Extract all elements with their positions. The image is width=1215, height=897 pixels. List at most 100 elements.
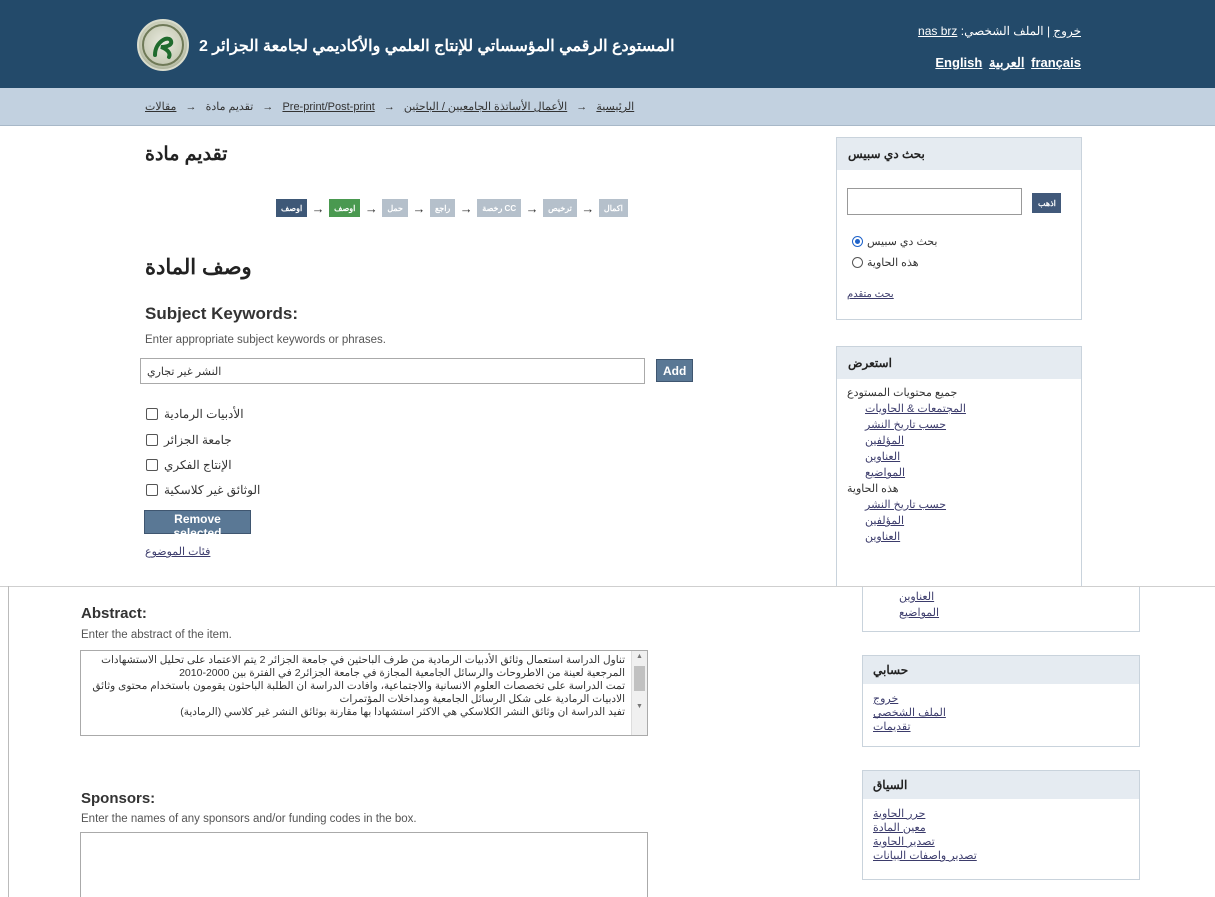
breadcrumb-arrow: → bbox=[185, 101, 197, 113]
browse-collection-heading: هذه الحاوية bbox=[847, 483, 899, 495]
browse-communities-link[interactable]: المجتمعات & الحاويات bbox=[865, 403, 966, 415]
abstract-line: تناول الدراسة استعمال وثائق الأدبيات الر… bbox=[101, 654, 625, 666]
breadcrumb-bar: الرئيسية → الأعمال الأساتذة الجامعيين / … bbox=[0, 88, 1215, 126]
advanced-search-link[interactable]: بحث متقدم bbox=[847, 289, 894, 300]
progress-step-review[interactable]: راجع bbox=[429, 199, 456, 217]
progress-step-cc-license[interactable]: رخصة CC bbox=[477, 199, 522, 217]
collection-titles-link[interactable]: العناوين bbox=[865, 531, 900, 543]
keyword-label: الوثائق غير كلاسكية bbox=[164, 483, 261, 497]
section-title: وصف المادة bbox=[145, 256, 252, 279]
abstract-line: المرجعية لعينة من الاطروحات والرسائل الج… bbox=[179, 667, 625, 679]
radio-icon[interactable] bbox=[852, 257, 863, 268]
scope-option-collection[interactable]: هذه الحاوية bbox=[852, 256, 919, 269]
search-go-button[interactable]: اذهب bbox=[1032, 193, 1061, 213]
account-profile-link[interactable]: الملف الشخصي bbox=[873, 707, 946, 719]
scrollbar-thumb[interactable] bbox=[634, 666, 645, 691]
breadcrumb-arrow: → bbox=[576, 101, 588, 113]
submission-progress: اوصف → اوصف → حمل → راجع → رخصة CC → ترخ… bbox=[276, 198, 628, 218]
remove-selected-button[interactable]: Remove selected bbox=[144, 510, 251, 540]
account-panel-title: حسابي bbox=[863, 656, 1139, 684]
keyword-item[interactable]: الوثائق غير كلاسكية bbox=[146, 483, 260, 497]
site-header: المستودع الرقمي المؤسساتي للإنتاج العلمي… bbox=[0, 0, 1215, 88]
profile-link[interactable]: nas brz bbox=[918, 24, 957, 38]
add-keyword-button[interactable]: Add bbox=[656, 359, 693, 382]
account-submissions-link[interactable]: تقديمات bbox=[873, 721, 911, 733]
context-panel-title: السياق bbox=[863, 771, 1139, 799]
keyword-checkbox[interactable] bbox=[146, 484, 158, 496]
lang-arabic-link[interactable]: العربية bbox=[989, 55, 1025, 70]
progress-arrow: → bbox=[311, 200, 325, 216]
subject-keyword-input[interactable] bbox=[140, 358, 645, 384]
progress-arrow: → bbox=[459, 200, 473, 216]
subject-keywords-hint: Enter appropriate subject keywords or ph… bbox=[145, 334, 386, 346]
breadcrumb-preprint[interactable]: Pre-print/Post-print bbox=[282, 101, 374, 113]
lang-french-link[interactable]: français bbox=[1031, 55, 1081, 70]
progress-step-describe-2[interactable]: اوصف bbox=[276, 199, 308, 217]
progress-arrow: → bbox=[412, 200, 426, 216]
export-metadata-link[interactable]: تصدير واصفات البيانات bbox=[873, 850, 977, 862]
item-mapper-link[interactable]: معين المادة bbox=[873, 822, 926, 834]
browse-titles-link[interactable]: العناوين bbox=[865, 451, 900, 463]
university-logo[interactable] bbox=[137, 19, 189, 71]
browse-all-heading: جميع محتويات المستودع bbox=[847, 387, 958, 399]
breadcrumb-arrow: → bbox=[262, 101, 274, 113]
breadcrumb-articles[interactable]: مقالات bbox=[145, 101, 176, 113]
keyword-label: الأدبيات الرمادية bbox=[164, 407, 244, 421]
search-panel: بحث دي سبيس اذهب بحث دي سبيس هذه الحاوية… bbox=[836, 137, 1082, 320]
progress-step-describe-1[interactable]: اوصف bbox=[329, 199, 361, 217]
scroll-up-icon[interactable]: ▲ bbox=[636, 653, 643, 660]
logout-link[interactable]: خروج bbox=[1053, 24, 1081, 38]
export-collection-link[interactable]: تصدير الحاوية bbox=[873, 836, 935, 848]
context-panel: السياق حرر الحاوية معين المادة تصدير الح… bbox=[862, 770, 1140, 880]
progress-step-upload[interactable]: حمل bbox=[382, 199, 408, 217]
abstract-scrollbar[interactable]: ▲ ▼ bbox=[631, 651, 647, 735]
breadcrumb-home[interactable]: الرئيسية bbox=[596, 101, 634, 113]
sponsors-label: Sponsors: bbox=[81, 790, 156, 807]
abstract-line: تفيد الدراسة ان وثائق النشر الكلاسكي هي … bbox=[180, 706, 625, 718]
subject-categories-link[interactable]: فئات الموضوع bbox=[145, 545, 210, 558]
progress-arrow: → bbox=[581, 200, 595, 216]
sponsors-textarea[interactable] bbox=[80, 832, 648, 897]
browse-panel-title: استعرض bbox=[837, 347, 1081, 379]
search-input[interactable] bbox=[847, 188, 1022, 215]
breadcrumb-professors[interactable]: الأعمال الأساتذة الجامعيين / الباحثين bbox=[404, 101, 567, 113]
collection-authors-link[interactable]: المؤلفين bbox=[865, 515, 904, 527]
abstract-textarea[interactable]: تناول الدراسة استعمال وثائق الأدبيات الر… bbox=[80, 650, 648, 736]
collection-date-link[interactable]: حسب تاريخ النشر bbox=[865, 499, 946, 511]
account-logout-link[interactable]: خروج bbox=[873, 693, 898, 705]
progress-arrow: → bbox=[364, 200, 378, 216]
keyword-item[interactable]: الإنتاج الفكري bbox=[146, 458, 232, 472]
browse-date-link[interactable]: حسب تاريخ النشر bbox=[865, 419, 946, 431]
browse-authors-link[interactable]: المؤلفين bbox=[865, 435, 904, 447]
separator: | bbox=[1046, 24, 1051, 38]
browse-subjects-link[interactable]: المواضيع bbox=[865, 467, 905, 479]
keyword-item[interactable]: جامعة الجزائر bbox=[146, 433, 232, 447]
progress-step-complete[interactable]: اكمال bbox=[598, 199, 628, 217]
search-panel-title: بحث دي سبيس bbox=[837, 138, 1081, 170]
collection-subjects-link[interactable]: المواضيع bbox=[899, 607, 939, 619]
abstract-line: تمت الدراسة على تخصصات العلوم الانسانية … bbox=[92, 680, 625, 692]
progress-step-license[interactable]: ترخيص bbox=[543, 199, 577, 217]
keyword-item[interactable]: الأدبيات الرمادية bbox=[146, 407, 244, 421]
page-title: تقديم مادة bbox=[145, 144, 228, 165]
progress-arrow: → bbox=[525, 200, 539, 216]
scope-option-all[interactable]: بحث دي سبيس bbox=[852, 235, 937, 248]
abstract-label: Abstract: bbox=[81, 605, 147, 622]
scope-option-label: بحث دي سبيس bbox=[867, 236, 938, 248]
edit-collection-link[interactable]: حرر الحاوية bbox=[873, 808, 925, 820]
site-title[interactable]: المستودع الرقمي المؤسساتي للإنتاج العلمي… bbox=[199, 36, 675, 56]
keyword-checkbox[interactable] bbox=[146, 408, 158, 420]
scope-option-label: هذه الحاوية bbox=[867, 257, 919, 269]
lang-english-link[interactable]: English bbox=[935, 55, 982, 70]
account-panel: حسابي خروج الملف الشخصي تقديمات bbox=[862, 655, 1140, 747]
breadcrumb-arrow: → bbox=[383, 101, 395, 113]
keyword-label: جامعة الجزائر bbox=[164, 433, 232, 447]
abstract-hint: Enter the abstract of the item. bbox=[81, 629, 232, 641]
profile-label: الملف الشخصي: bbox=[960, 24, 1044, 38]
keyword-label: الإنتاج الفكري bbox=[164, 458, 232, 472]
collection-titles-link[interactable]: العناوين bbox=[899, 591, 934, 603]
keyword-checkbox[interactable] bbox=[146, 434, 158, 446]
radio-selected-icon[interactable] bbox=[852, 236, 863, 247]
keyword-checkbox[interactable] bbox=[146, 459, 158, 471]
scroll-down-icon[interactable]: ▼ bbox=[636, 703, 643, 710]
